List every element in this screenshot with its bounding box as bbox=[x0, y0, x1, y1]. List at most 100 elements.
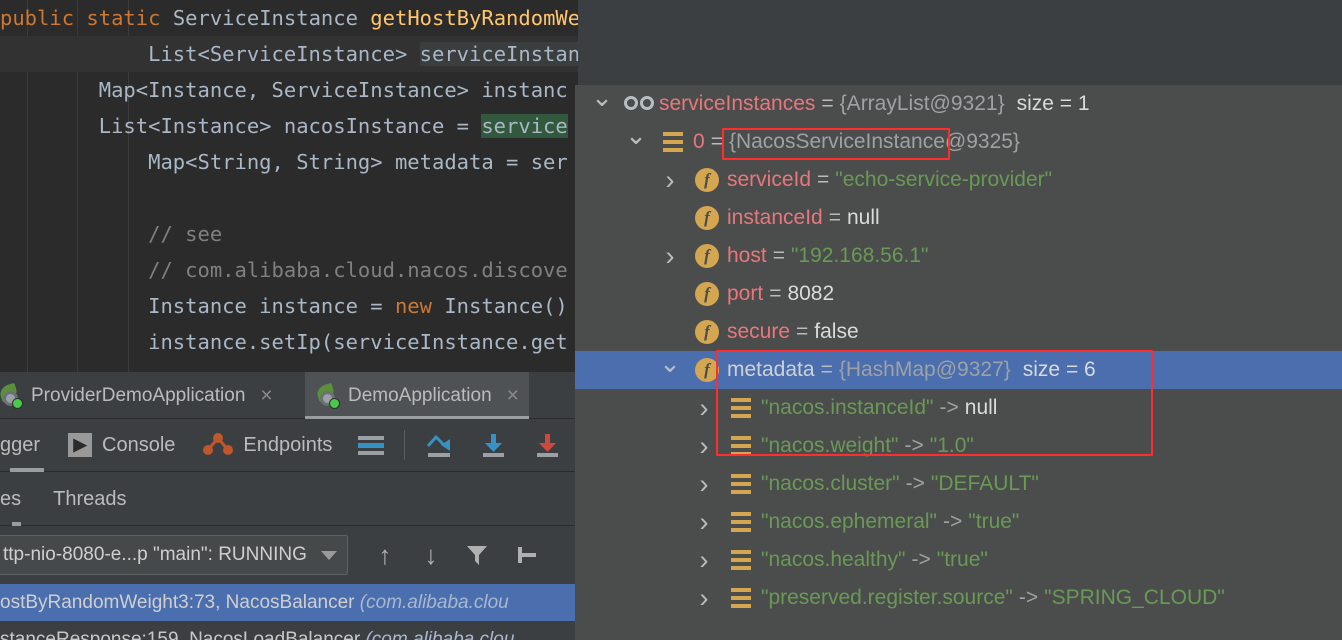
code-line: // see bbox=[0, 216, 578, 252]
run-tab-provider-demo-application[interactable]: ProviderDemoApplication × bbox=[0, 372, 283, 419]
thread-selector[interactable]: ttp-nio-8080-e...p "main": RUNNING bbox=[0, 535, 348, 575]
map-key: "nacos.weight" bbox=[761, 434, 899, 457]
equals-sign: = bbox=[820, 358, 833, 381]
value-tree-row[interactable]: 0={NacosServiceInstance@9325} bbox=[575, 123, 1342, 161]
close-icon[interactable]: × bbox=[507, 384, 519, 408]
tab-threads[interactable]: Threads bbox=[33, 472, 146, 526]
value-tree-row[interactable]: f port = 8082 bbox=[575, 275, 1342, 313]
code-line: Map<Instance, ServiceInstance> instanc bbox=[0, 72, 578, 108]
map-key: "nacos.cluster" bbox=[761, 472, 900, 495]
tab-variables[interactable]: es bbox=[0, 472, 33, 526]
code-token: new bbox=[394, 294, 445, 318]
tab-variables-label: es bbox=[0, 487, 22, 510]
list-icon bbox=[721, 512, 761, 532]
code-token: // see bbox=[0, 222, 223, 246]
string-value: "1.0" bbox=[929, 434, 974, 457]
code-line: // com.alibaba.cloud.nacos.discove bbox=[0, 252, 578, 288]
frame-row[interactable]: stanceResponse:159, NacosLoadBalancer (c… bbox=[0, 621, 578, 640]
chevron-right-icon[interactable] bbox=[653, 167, 687, 194]
variable-name: serviceId bbox=[727, 168, 812, 191]
value-tree-row[interactable]: fhost="192.168.56.1" bbox=[575, 237, 1342, 275]
frame-method: ostByRandomWeight3:73, NacosBalancer bbox=[0, 592, 355, 613]
chevron-right-icon[interactable] bbox=[687, 471, 721, 498]
force-step-into-icon[interactable] bbox=[521, 419, 575, 472]
field-icon: f bbox=[687, 168, 727, 192]
code-token: serviceInstances bbox=[419, 42, 578, 66]
string-value: "true" bbox=[968, 510, 1020, 533]
value-tree-row[interactable]: "nacos.healthy"->"true" bbox=[575, 541, 1342, 579]
chevron-right-icon[interactable] bbox=[687, 547, 721, 574]
ide-window: public static ServiceInstance getHostByR… bbox=[0, 0, 1342, 640]
close-icon[interactable]: × bbox=[260, 384, 272, 408]
field-icon: f bbox=[687, 282, 727, 306]
list-icon bbox=[721, 550, 761, 570]
run-tab-demo-application[interactable]: DemoApplication × bbox=[305, 372, 529, 419]
run-configuration-tabs: ProviderDemoApplication × DemoApplicatio… bbox=[0, 372, 578, 419]
chevron-right-icon[interactable] bbox=[653, 243, 687, 270]
variable-name: secure bbox=[727, 320, 791, 343]
value-tree-row[interactable]: serviceInstances={ArrayList@9321} size = … bbox=[575, 85, 1342, 123]
map-arrow: -> bbox=[911, 548, 931, 571]
console-icon: ▶ bbox=[68, 433, 93, 457]
map-key: "preserved.register.source" bbox=[761, 586, 1013, 609]
step-into-icon[interactable] bbox=[467, 419, 521, 472]
code-editor[interactable]: public static ServiceInstance getHostByR… bbox=[0, 0, 578, 372]
move-up-icon[interactable]: ↑ bbox=[362, 532, 408, 578]
field-icon: f bbox=[687, 358, 727, 382]
chevron-right-icon[interactable] bbox=[687, 433, 721, 460]
chevron-down-icon[interactable] bbox=[320, 550, 337, 560]
map-arrow: -> bbox=[905, 472, 925, 495]
equals-sign: = bbox=[710, 130, 723, 153]
value-tree-row[interactable]: "preserved.register.source"->"SPRING_CLO… bbox=[575, 579, 1342, 617]
value-tree-text: host = "192.168.56.1" bbox=[727, 244, 929, 268]
map-arrow: -> bbox=[943, 510, 963, 533]
map-arrow: -> bbox=[1018, 586, 1039, 609]
frame-package: (com.alibaba.clou bbox=[365, 629, 515, 640]
value-tree-row[interactable]: "nacos.instanceId"->null bbox=[575, 389, 1342, 427]
filter-icon[interactable] bbox=[454, 532, 500, 578]
debugger-value-popup[interactable]: serviceInstances={ArrayList@9321}size = … bbox=[575, 85, 1342, 640]
object-reference: {NacosServiceInstance@9325} bbox=[728, 130, 1020, 153]
frame-row[interactable]: ostByRandomWeight3:73, NacosBalancer (co… bbox=[0, 584, 578, 621]
chevron-down-icon[interactable] bbox=[619, 129, 653, 155]
value-tree-text: "nacos.instanceId" -> null bbox=[761, 396, 997, 420]
chevron-right-icon[interactable] bbox=[687, 509, 721, 536]
tab-endpoints-label: Endpoints bbox=[243, 433, 333, 456]
move-down-icon[interactable]: ↓ bbox=[408, 532, 454, 578]
value-tree-row[interactable]: f secure = false bbox=[575, 313, 1342, 351]
spring-boot-icon bbox=[0, 382, 23, 409]
chevron-down-icon[interactable] bbox=[585, 91, 619, 117]
value-tree-row[interactable]: "nacos.weight"->"1.0" bbox=[575, 427, 1342, 465]
thread-toolbar: ttp-nio-8080-e...p "main": RUNNING ↑ ↓ bbox=[0, 526, 578, 584]
run-tab-label: ProviderDemoApplication bbox=[31, 384, 246, 406]
value-tree-row[interactable]: fserviceId="echo-service-provider" bbox=[575, 161, 1342, 199]
chevron-right-icon[interactable] bbox=[687, 585, 721, 612]
tab-console[interactable]: ▶ Console bbox=[54, 419, 189, 472]
equals-sign: = bbox=[796, 320, 809, 343]
tab-threads-label: Threads bbox=[53, 487, 127, 510]
code-token: List<Instance> nacosInstance = bbox=[0, 114, 482, 138]
value-tree-row[interactable]: fmetadata={HashMap@9327} size = 6 bbox=[575, 351, 1342, 389]
value-tree-text: 0 = {NacosServiceInstance@9325} bbox=[693, 130, 1020, 154]
value-tree-text: serviceId = "echo-service-provider" bbox=[727, 168, 1052, 192]
value-tree[interactable]: serviceInstances={ArrayList@9321}size = … bbox=[575, 85, 1342, 617]
chevron-right-icon[interactable] bbox=[687, 395, 721, 422]
tab-debugger[interactable]: gger bbox=[0, 419, 54, 472]
tab-endpoints[interactable]: Endpoints bbox=[189, 419, 346, 472]
run-tab-label: DemoApplication bbox=[348, 384, 492, 406]
code-token: Instance instance = bbox=[0, 294, 395, 318]
value-tree-row[interactable]: "nacos.cluster"->"DEFAULT" bbox=[575, 465, 1342, 503]
map-arrow: -> bbox=[904, 434, 924, 457]
code-token: getHostByRandomWeight3( bbox=[370, 6, 578, 30]
value-tree-row[interactable]: f instanceId = null bbox=[575, 199, 1342, 237]
variable-name: port bbox=[727, 282, 764, 305]
step-over-icon[interactable] bbox=[413, 419, 467, 472]
show-execution-point-icon[interactable] bbox=[346, 419, 396, 472]
value-tree-row[interactable]: "nacos.ephemeral"->"true" bbox=[575, 503, 1342, 541]
settings-icon[interactable] bbox=[500, 532, 546, 578]
variable-name: metadata bbox=[727, 358, 815, 381]
chevron-down-icon[interactable] bbox=[653, 357, 687, 383]
move-up-glyph: ↑ bbox=[378, 539, 392, 570]
call-stack-frames[interactable]: ostByRandomWeight3:73, NacosBalancer (co… bbox=[0, 584, 578, 640]
